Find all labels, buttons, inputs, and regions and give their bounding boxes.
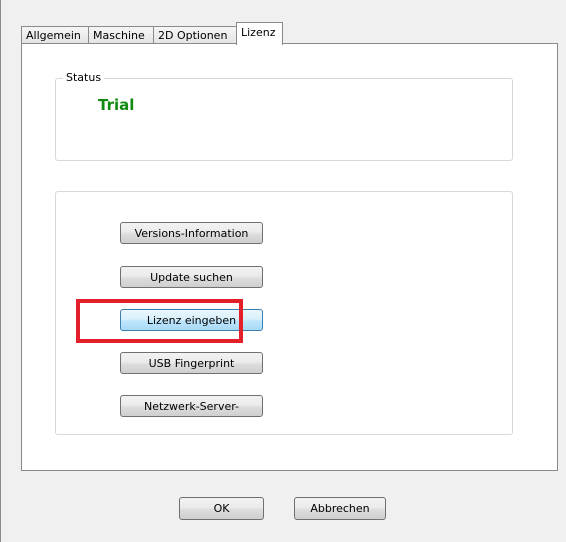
lizenz-eingeben-button[interactable]: Lizenz eingeben [120, 309, 263, 331]
ok-button[interactable]: OK [179, 497, 264, 520]
tab-lizenz[interactable]: Lizenz [236, 22, 283, 45]
update-suchen-button[interactable]: Update suchen [120, 266, 263, 288]
usb-fingerprint-button[interactable]: USB Fingerprint [120, 352, 263, 374]
tab-2d-optionen[interactable]: 2D Optionen [153, 26, 237, 43]
versions-information-button[interactable]: Versions-Information [120, 222, 263, 244]
license-actions-group: Versions-Information Update suchen Lizen… [55, 191, 513, 435]
tab-maschine[interactable]: Maschine [88, 26, 154, 43]
tab-allgemein[interactable]: Allgemein [21, 26, 89, 43]
status-group-legend: Status [63, 71, 105, 84]
netzwerk-server-button[interactable]: Netzwerk-Server- [120, 395, 263, 417]
license-dialog: Allgemein Maschine 2D Optionen Lizenz St… [0, 0, 566, 542]
license-status-value: Trial [98, 96, 135, 114]
tab-panel-lizenz: Status Trial Versions-Information Update… [21, 43, 558, 471]
status-group: Status Trial [55, 71, 513, 161]
abbrechen-button[interactable]: Abbrechen [294, 497, 386, 520]
